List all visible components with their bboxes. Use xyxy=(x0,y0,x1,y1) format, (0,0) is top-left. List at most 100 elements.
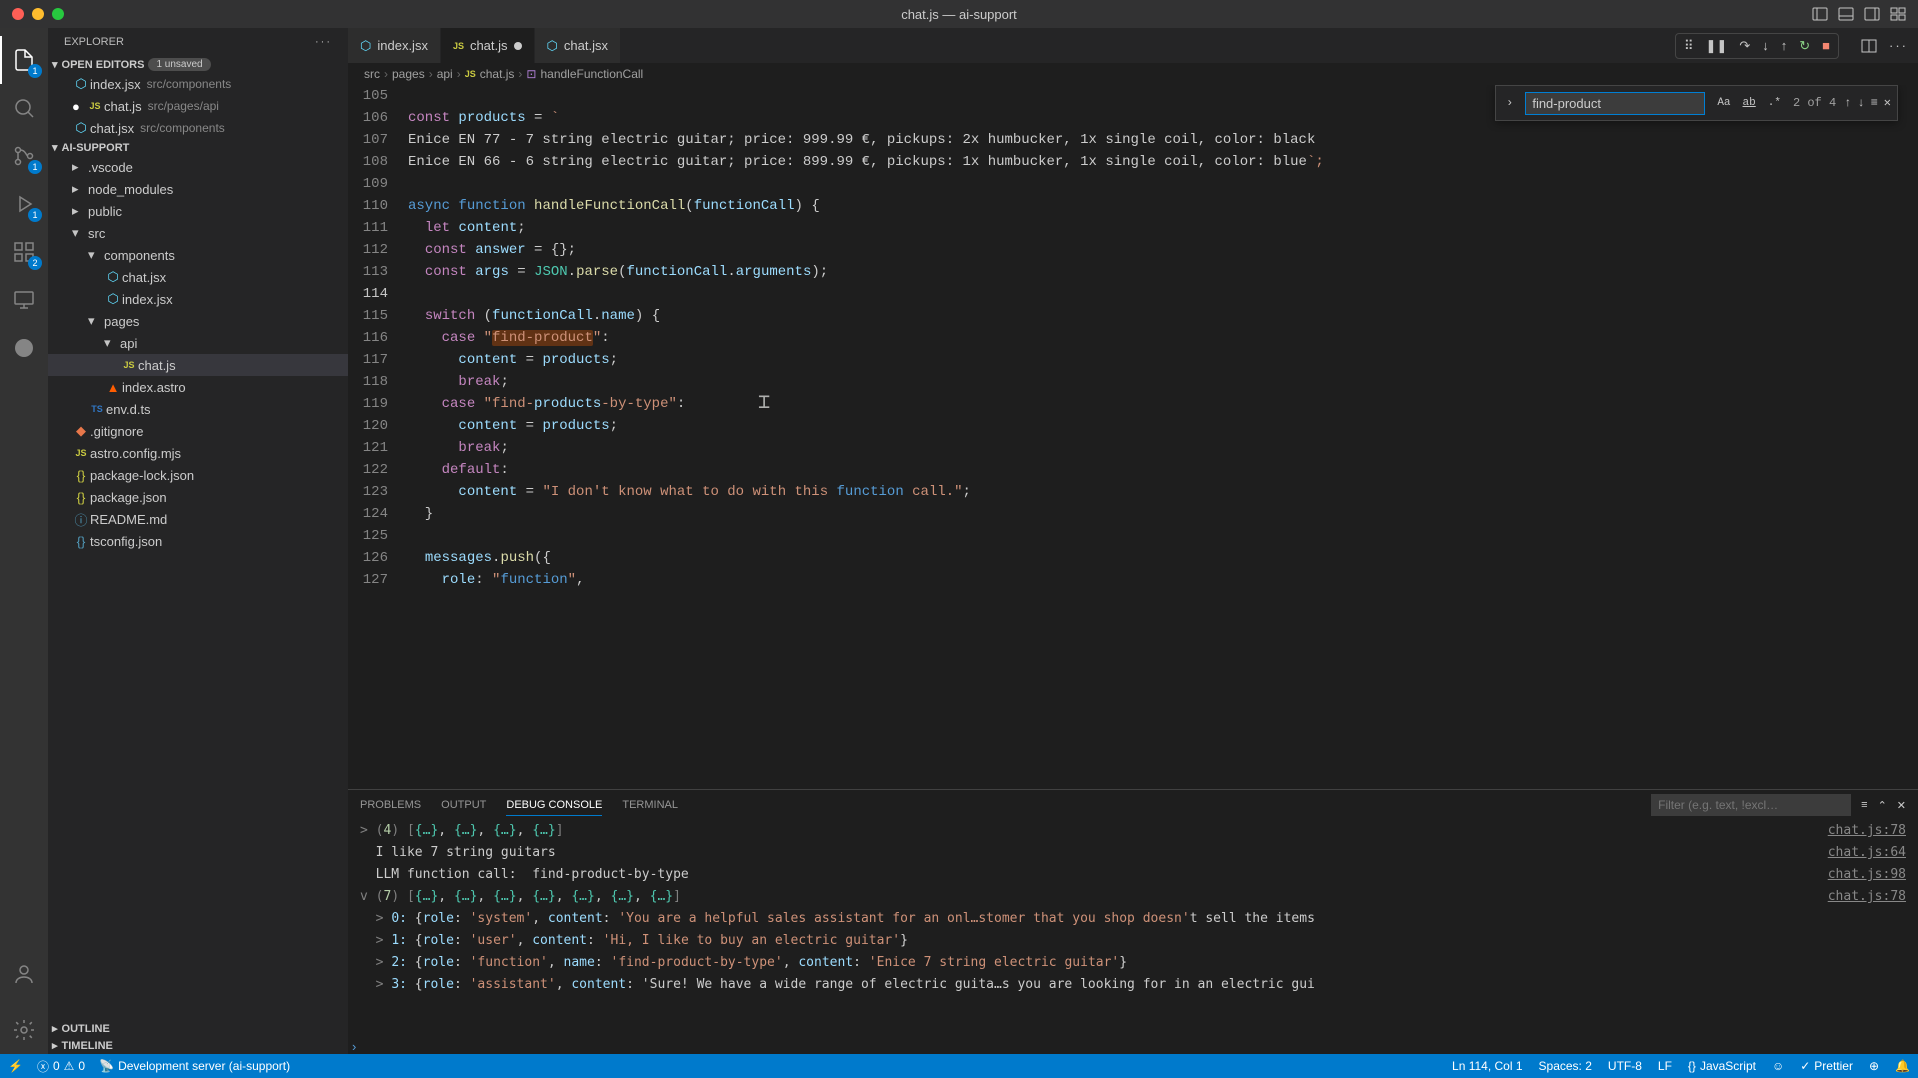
collapse-panel-icon[interactable]: ⌃ xyxy=(1878,799,1887,812)
extensions-view-icon[interactable]: 2 xyxy=(0,228,48,276)
pause-icon[interactable]: ❚❚ xyxy=(1706,38,1728,54)
debug-view-icon[interactable]: 1 xyxy=(0,180,48,228)
eol-status[interactable]: LF xyxy=(1658,1059,1672,1073)
tree-folder[interactable]: .vscode xyxy=(48,156,348,178)
tree-folder[interactable]: components xyxy=(48,244,348,266)
debug-console-output[interactable]: > (4) [{…}, {…}, {…}, {…}]chat.js:78 I l… xyxy=(348,816,1918,1039)
minimize-window-button[interactable] xyxy=(32,8,44,20)
customize-layout-icon[interactable] xyxy=(1890,6,1906,22)
search-view-icon[interactable] xyxy=(0,84,48,132)
explorer-view-icon[interactable]: 1 xyxy=(0,36,48,84)
indent-status[interactable]: Spaces: 2 xyxy=(1539,1059,1592,1073)
tree-file[interactable]: ◆.gitignore xyxy=(48,420,348,442)
breadcrumb-item[interactable]: src xyxy=(364,67,380,81)
restart-icon[interactable]: ↻ xyxy=(1799,38,1810,54)
open-editor-item[interactable]: ⬡ chat.jsx src/components xyxy=(48,117,348,139)
tree-file[interactable]: TSenv.d.ts xyxy=(48,398,348,420)
find-in-selection-icon[interactable]: ≡ xyxy=(1871,92,1878,114)
panel-tab-terminal[interactable]: TERMINAL xyxy=(622,795,678,815)
step-over-icon[interactable]: ↷ xyxy=(1739,38,1750,54)
prettier-status[interactable]: ✓ Prettier xyxy=(1800,1059,1853,1073)
regex-icon[interactable]: .* xyxy=(1764,90,1785,116)
editor-region: ⬡ index.jsx JS chat.js ⬡ chat.jsx ⠿ ❚❚ xyxy=(348,28,1918,1054)
tree-file[interactable]: {}package-lock.json xyxy=(48,464,348,486)
debug-badge: 1 xyxy=(28,208,42,222)
account-icon[interactable] xyxy=(0,950,48,998)
tree-folder[interactable]: pages xyxy=(48,310,348,332)
project-header[interactable]: AI-SUPPORT xyxy=(48,139,348,156)
stop-icon[interactable]: ■ xyxy=(1822,38,1830,54)
feedback-icon[interactable]: ⊕ xyxy=(1869,1059,1879,1073)
code-editor[interactable]: 1051061071081091101111121131141151161171… xyxy=(348,85,1918,789)
outline-header[interactable]: OUTLINE xyxy=(48,1020,348,1037)
file-label: chat.jsx xyxy=(90,121,134,136)
more-icon[interactable]: ··· xyxy=(1889,38,1908,53)
find-input[interactable] xyxy=(1525,92,1705,115)
toggle-panel-bottom-icon[interactable] xyxy=(1838,6,1854,22)
breadcrumb-item[interactable]: api xyxy=(437,67,453,81)
editor-tab[interactable]: ⬡ index.jsx xyxy=(348,28,441,63)
debug-console-prompt[interactable]: › xyxy=(348,1039,1918,1054)
file-path: src/components xyxy=(140,121,225,135)
editor-tab[interactable]: ⬡ chat.jsx xyxy=(535,28,621,63)
tree-file[interactable]: ⬡chat.jsx xyxy=(48,266,348,288)
tree-folder[interactable]: public xyxy=(48,200,348,222)
errors-warnings[interactable]: ⓧ0 ⚠0 xyxy=(37,1058,85,1075)
clear-console-icon[interactable]: ≡ xyxy=(1861,799,1867,811)
tree-file[interactable]: {}package.json xyxy=(48,486,348,508)
next-match-icon[interactable]: ↓ xyxy=(1857,92,1864,114)
astro-view-icon[interactable] xyxy=(0,324,48,372)
tree-file[interactable]: ⬡index.jsx xyxy=(48,288,348,310)
toggle-panel-left-icon[interactable] xyxy=(1812,6,1828,22)
tree-folder[interactable]: src xyxy=(48,222,348,244)
file-label: tsconfig.json xyxy=(90,534,162,549)
match-case-icon[interactable]: Aa xyxy=(1713,90,1734,116)
maximize-window-button[interactable] xyxy=(52,8,64,20)
open-editor-item[interactable]: ⬡ index.jsx src/components xyxy=(48,73,348,95)
copilot-icon[interactable]: ☺ xyxy=(1772,1059,1784,1073)
open-editors-header[interactable]: OPEN EDITORS 1 unsaved xyxy=(48,56,348,73)
function-icon: ⊡ xyxy=(526,67,536,81)
timeline-header[interactable]: TIMELINE xyxy=(48,1037,348,1054)
panel-tab-output[interactable]: OUTPUT xyxy=(441,795,486,815)
dev-server-status[interactable]: 📡 Development server (ai-support) xyxy=(99,1059,290,1073)
match-word-icon[interactable]: ab xyxy=(1739,90,1760,116)
close-find-icon[interactable]: ✕ xyxy=(1884,92,1891,114)
step-out-icon[interactable]: ↑ xyxy=(1781,38,1788,54)
bell-icon[interactable]: 🔔 xyxy=(1895,1059,1910,1073)
tree-file[interactable]: ▲index.astro xyxy=(48,376,348,398)
close-window-button[interactable] xyxy=(12,8,24,20)
panel-tab-problems[interactable]: PROBLEMS xyxy=(360,795,421,815)
editor-tab[interactable]: JS chat.js xyxy=(441,28,535,63)
split-editor-icon[interactable] xyxy=(1861,38,1877,54)
tree-file[interactable]: JSastro.config.mjs xyxy=(48,442,348,464)
cursor-position[interactable]: Ln 114, Col 1 xyxy=(1452,1059,1523,1073)
explorer-more-icon[interactable]: ··· xyxy=(315,36,332,48)
breadcrumb-item[interactable]: pages xyxy=(392,67,425,81)
open-editor-item[interactable]: ● JS chat.js src/pages/api xyxy=(48,95,348,117)
breadcrumb-item[interactable]: chat.js xyxy=(480,67,515,81)
remote-indicator[interactable]: ⚡ xyxy=(8,1059,23,1073)
remote-view-icon[interactable] xyxy=(0,276,48,324)
file-label: package.json xyxy=(90,490,167,505)
debug-filter-input[interactable] xyxy=(1651,794,1851,816)
language-status[interactable]: {} JavaScript xyxy=(1688,1059,1756,1073)
toggle-panel-right-icon[interactable] xyxy=(1864,6,1880,22)
code-content[interactable]: const products = `Enice EN 77 - 7 string… xyxy=(408,85,1918,789)
tree-file[interactable]: ⓘREADME.md xyxy=(48,508,348,530)
tree-file[interactable]: {}tsconfig.json xyxy=(48,530,348,552)
panel-tab-debug-console[interactable]: DEBUG CONSOLE xyxy=(506,795,602,816)
close-panel-icon[interactable]: ✕ xyxy=(1897,799,1906,812)
tree-folder[interactable]: node_modules xyxy=(48,178,348,200)
breadcrumb-item[interactable]: handleFunctionCall xyxy=(540,67,643,81)
drag-icon[interactable]: ⠿ xyxy=(1684,38,1694,54)
step-into-icon[interactable]: ↓ xyxy=(1762,38,1769,54)
expand-find-icon[interactable]: › xyxy=(1502,92,1517,114)
encoding-status[interactable]: UTF-8 xyxy=(1608,1059,1642,1073)
prev-match-icon[interactable]: ↑ xyxy=(1844,92,1851,114)
breadcrumbs[interactable]: src› pages› api› JS chat.js› ⊡ handleFun… xyxy=(348,63,1918,85)
scm-view-icon[interactable]: 1 xyxy=(0,132,48,180)
tree-file[interactable]: JSchat.js xyxy=(48,354,348,376)
settings-icon[interactable] xyxy=(0,1006,48,1054)
tree-folder[interactable]: api xyxy=(48,332,348,354)
